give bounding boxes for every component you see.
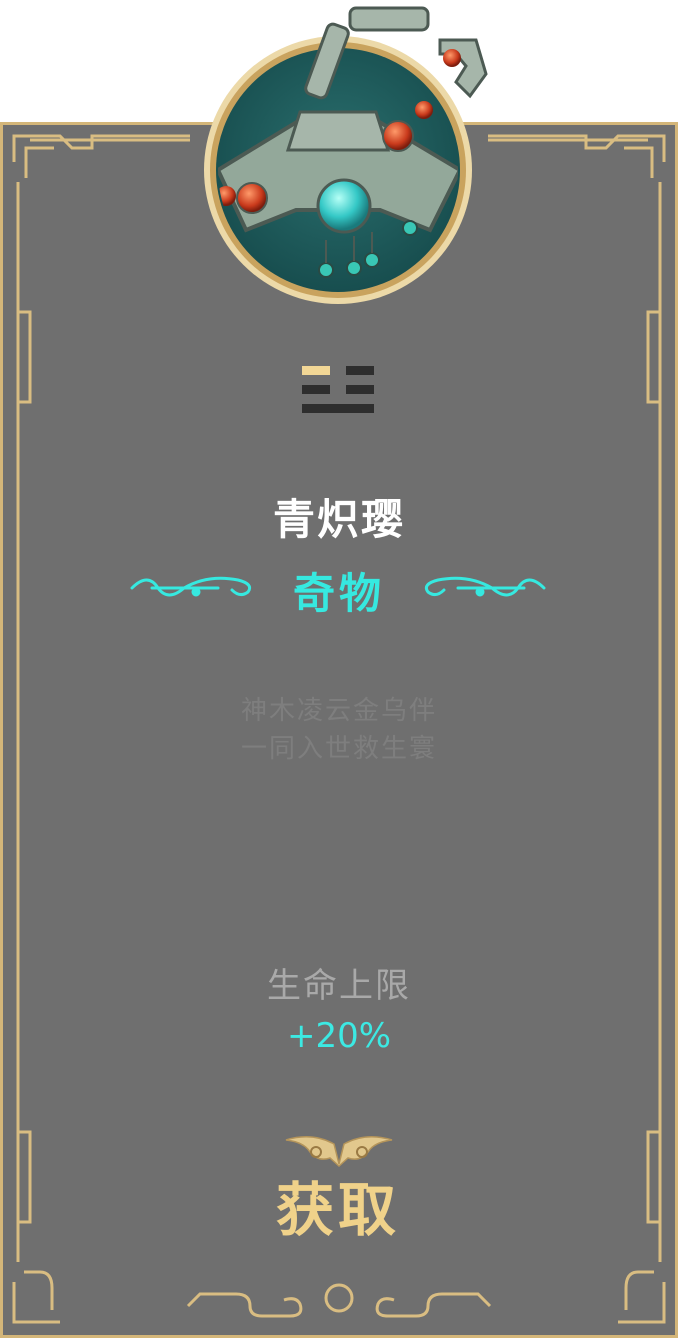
jade-necklace-icon	[204, 6, 488, 304]
item-name: 青炽璎	[272, 495, 405, 544]
trigram-icon	[302, 366, 374, 413]
flavor-line-2: 一同入世救生寰	[240, 734, 437, 764]
acquire-button[interactable]: 获取	[238, 1170, 438, 1250]
stat-label: 生命上限	[267, 966, 411, 1006]
stat-value: +20%	[286, 1016, 392, 1056]
bottom-ornament	[186, 1283, 492, 1318]
item-type: 奇物	[292, 569, 385, 618]
flavor-line-1: 神木凌云金乌伴	[240, 696, 437, 726]
cloud-ornament-icon	[285, 1136, 393, 1168]
flavor-text: 神木凌云金乌伴 一同入世救生寰	[0, 692, 678, 768]
